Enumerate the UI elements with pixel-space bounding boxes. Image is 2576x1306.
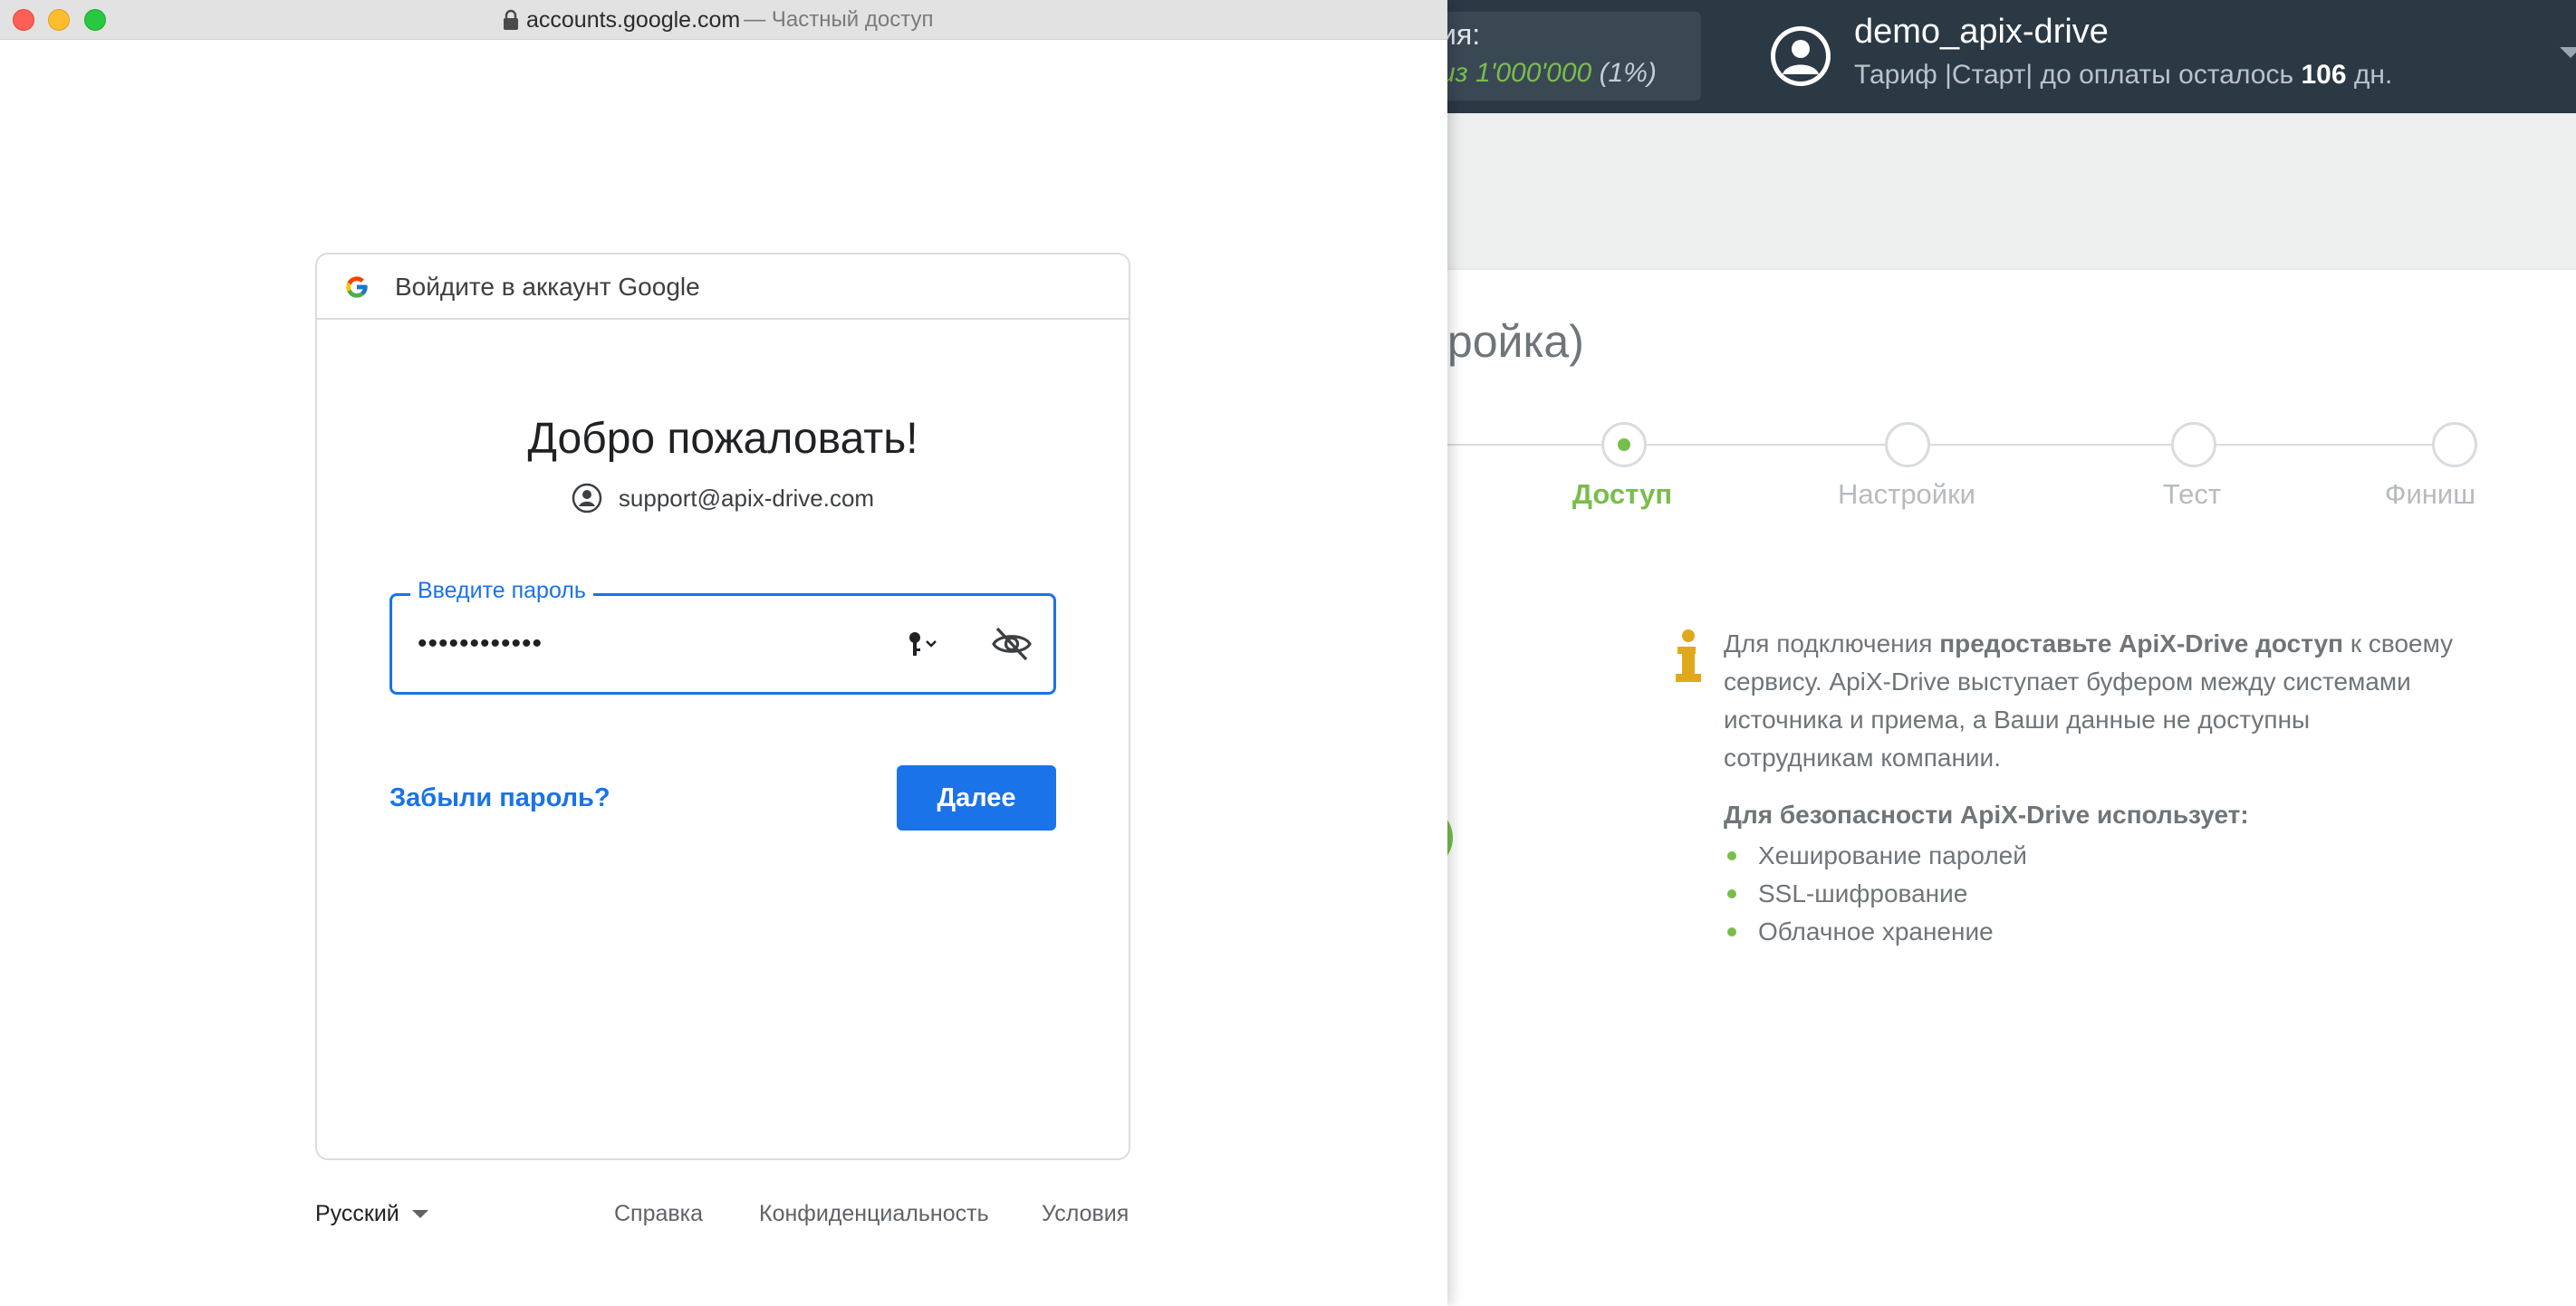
account-chip[interactable]: support@apix-drive.com [317,483,1129,514]
step-circle-settings [1885,422,1930,467]
steps-progress-line [1413,444,2455,446]
info-text-bold: предоставьте ApiX-Drive доступ [1939,629,2344,658]
step-label-access: Доступ [1572,478,1673,510]
language-select-value: Русский [315,1201,399,1226]
language-select[interactable]: Русский [315,1201,428,1227]
list-item: Облачное хранение [1724,913,2027,951]
lock-icon [504,9,518,30]
plan-days-unit: дн. [2353,60,2393,90]
password-key-icon[interactable] [907,630,943,659]
card-header: Войдите в аккаунт Google [317,254,1129,320]
window-minimize-button[interactable] [48,9,70,31]
step-label-test: Тест [2162,478,2222,510]
google-footer: Русский Справка Конфиденциальность Услов… [315,1201,1130,1237]
list-item: Хеширование паролей [1724,837,2027,875]
plan-days: 106 [2301,60,2347,90]
step-circle-test [2171,422,2216,467]
step-circle-finish [2432,422,2477,467]
step-circle-access [1601,422,1647,467]
main-card [1359,270,2576,1306]
account-email: support@apix-drive.com [618,484,875,512]
browser-titlebar: accounts.google.com — Частный доступ [0,0,1447,40]
forgot-password-link[interactable]: Забыли пароль? [389,783,610,813]
security-title: Для безопасности ApiX-Drive использует: [1724,801,2249,829]
window-maximize-button[interactable] [84,9,106,31]
address-bar[interactable]: accounts.google.com — Частный доступ [503,5,933,34]
user-menu-chevron-down-icon[interactable] [2560,47,2576,58]
chevron-down-icon [411,1210,428,1218]
address-private-label: — Частный доступ [744,7,934,32]
next-button[interactable]: Далее [897,765,1056,831]
info-icon [1676,629,1701,682]
user-plan: Тариф |Старт| до оплаты осталось 106 дн. [1854,60,2392,91]
google-signin-card: Войдите в аккаунт Google Добро пожаловат… [315,253,1130,1160]
info-text: Для подключения предоставьте ApiX-Drive … [1724,625,2466,777]
list-item: SSL-шифрование [1724,875,2027,913]
user-avatar-icon[interactable] [1768,24,1833,89]
welcome-heading: Добро пожаловать! [527,415,918,463]
step-label-finish: Финиш [2384,478,2476,510]
security-list: Хеширование паролей SSL-шифрование Облач… [1724,837,2027,951]
password-input[interactable]: •••••••••••• [418,629,543,659]
account-circle-icon [572,483,602,514]
footer-privacy-link[interactable]: Конфиденциальность [759,1201,989,1227]
password-field-label: Введите пароль [410,578,593,604]
info-text-start: Для подключения [1724,629,1940,658]
user-name[interactable]: demo_apix-drive [1854,13,2109,52]
window-close-button[interactable] [13,9,34,31]
plan-text: Тариф |Старт| до оплаты осталось [1854,60,2294,90]
address-domain: accounts.google.com [526,6,741,33]
footer-help-link[interactable]: Справка [614,1201,703,1227]
card-header-text: Войдите в аккаунт Google [395,273,700,301]
google-logo-icon [346,276,368,298]
usage-stats-count: из 1'000'000 [1440,58,1592,88]
password-field[interactable]: Введите пароль •••••••••••• [389,578,1056,695]
usage-stats-value: из 1'000'000 (1%) [1440,58,1657,89]
footer-terms-link[interactable]: Условия [1042,1201,1129,1227]
usage-stats-percent: (1%) [1599,58,1657,88]
step-label-settings: Настройки [1837,478,1976,510]
eye-off-icon[interactable] [990,623,1033,665]
browser-window: accounts.google.com — Частный доступ Вой… [0,0,1447,1306]
